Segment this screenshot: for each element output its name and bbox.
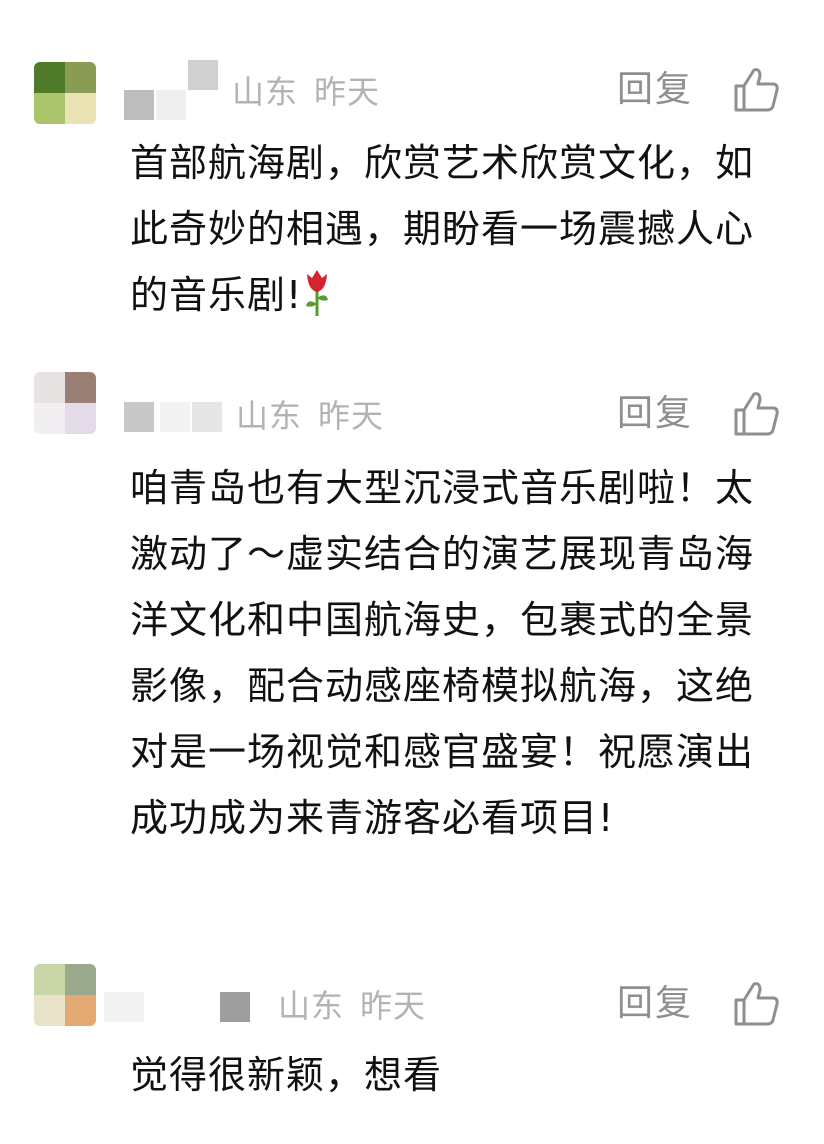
location-label: 山东 <box>278 987 345 1025</box>
comment-text: 咱青岛也有大型沉浸式音乐剧啦！太激动了～虚实结合的演艺展现青岛海洋文化和中国航海… <box>130 466 755 840</box>
thumbs-up-icon[interactable] <box>732 980 780 1026</box>
comment-text: 觉得很新颖，想看 <box>130 1053 443 1097</box>
username-mosaic[interactable] <box>124 400 224 440</box>
location-label: 山东 <box>232 73 299 111</box>
rose-icon <box>306 270 329 316</box>
reply-button[interactable]: 回复 <box>617 396 693 432</box>
comment-item: 山东 昨天 回复 咱青岛也有大型沉浸式音乐剧啦！太激动了～虚实结合的演艺展现青岛海… <box>0 360 824 920</box>
comment-item: 山东 昨天 回复 首部航海剧，欣赏艺术欣赏文化，如此奇妙的相遇，期盼看一场震撼人心… <box>0 0 824 340</box>
thumbs-up-icon[interactable] <box>732 66 780 112</box>
comment-text: 首部航海剧，欣赏艺术欣赏文化，如此奇妙的相遇，期盼看一场震撼人心的音乐剧! <box>130 141 755 317</box>
timestamp: 昨天 <box>318 397 385 435</box>
timestamp: 昨天 <box>360 987 427 1025</box>
comment-meta: 山东 昨天 <box>278 990 426 1022</box>
comment-meta: 山东 昨天 <box>232 76 380 108</box>
avatar[interactable] <box>34 372 96 434</box>
reply-button[interactable]: 回复 <box>617 72 693 108</box>
comment-meta: 山东 昨天 <box>236 400 384 432</box>
comment-item: 山东 昨天 回复 觉得很新颖，想看 <box>0 950 824 1144</box>
location-label: 山东 <box>236 397 303 435</box>
username-mosaic[interactable] <box>124 60 224 124</box>
avatar[interactable] <box>34 62 96 124</box>
timestamp: 昨天 <box>314 73 381 111</box>
reply-button[interactable]: 回复 <box>617 986 693 1022</box>
username-mosaic[interactable] <box>104 990 264 1030</box>
thumbs-up-icon[interactable] <box>732 390 780 436</box>
avatar[interactable] <box>34 964 96 1026</box>
comment-body: 首部航海剧，欣赏艺术欣赏文化，如此奇妙的相遇，期盼看一场震撼人心的音乐剧! <box>130 130 790 328</box>
